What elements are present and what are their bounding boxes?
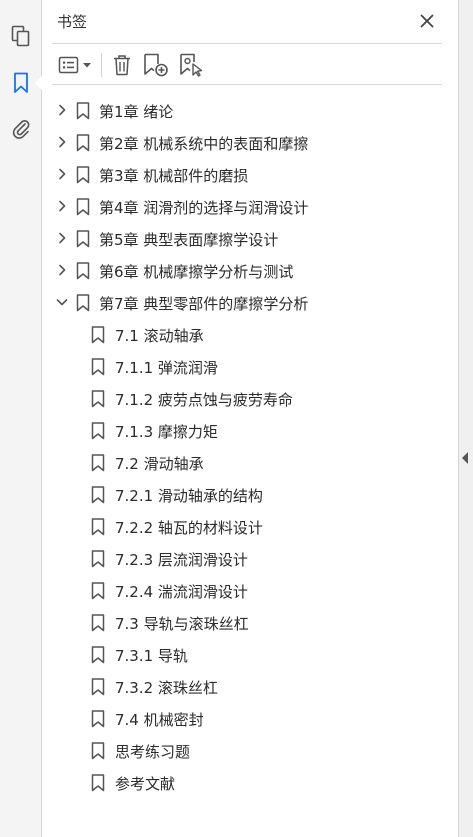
chevron-down-icon[interactable] [54, 294, 70, 310]
attachment-icon[interactable] [7, 115, 35, 143]
bookmark-label: 第1章 绪论 [99, 103, 174, 121]
bookmark-toolbar [52, 49, 432, 81]
bookmark-icon [91, 454, 105, 472]
bookmark-icon [91, 486, 105, 504]
bookmark-item[interactable]: 第7章 典型零部件的摩擦学分析 [42, 286, 442, 318]
bookmark-label: 7.4 机械密封 [115, 711, 204, 729]
bookmark-icon [76, 102, 90, 120]
bookmark-icon [91, 710, 105, 728]
bookmark-item[interactable]: 第3章 机械部件的磨损 [42, 158, 442, 190]
chevron-right-icon[interactable] [54, 230, 70, 246]
bookmark-item[interactable]: 第6章 机械摩擦学分析与测试 [42, 254, 442, 286]
chevron-right-icon[interactable] [54, 134, 70, 150]
bookmark-label: 思考练习题 [115, 743, 191, 761]
bookmark-icon [91, 358, 105, 376]
bookmark-label: 7.2.2 轴瓦的材料设计 [115, 519, 263, 537]
bookmark-item[interactable]: 7.3.2 滚珠丝杠 [42, 670, 442, 702]
bookmark-icon [76, 166, 90, 184]
bookmark-item[interactable]: 7.2.4 湍流润滑设计 [42, 574, 442, 606]
close-icon[interactable] [416, 10, 438, 32]
bookmark-item[interactable]: 7.3.1 导轨 [42, 638, 442, 670]
bookmark-item[interactable]: 第2章 机械系统中的表面和摩擦 [42, 126, 442, 158]
bookmark-label: 7.1.2 疲劳点蚀与疲劳寿命 [115, 391, 293, 409]
chevron-right-icon[interactable] [54, 166, 70, 182]
bookmark-icon [76, 230, 90, 248]
bookmark-icon [76, 294, 90, 312]
bookmark-label: 7.2.3 层流润滑设计 [115, 551, 248, 569]
bookmark-label: 7.1.1 弹流润滑 [115, 359, 218, 377]
bookmark-label: 第3章 机械部件的磨损 [99, 167, 249, 185]
panel-title: 书签 [57, 13, 88, 31]
bookmark-label: 第5章 典型表面摩擦学设计 [99, 231, 279, 249]
toolbar-separator [101, 53, 102, 77]
bookmark-icon [91, 774, 105, 792]
bookmark-label: 第2章 机械系统中的表面和摩擦 [99, 135, 309, 153]
bookmark-label: 第6章 机械摩擦学分析与测试 [99, 263, 294, 281]
new-bookmark-from-structure-button[interactable] [178, 51, 206, 79]
bookmark-icon [91, 390, 105, 408]
bookmark-item[interactable]: 7.2.1 滑动轴承的结构 [42, 478, 442, 510]
bookmark-label: 7.1.3 摩擦力矩 [115, 423, 218, 441]
bookmark-item[interactable]: 第5章 典型表面摩擦学设计 [42, 222, 442, 254]
chevron-right-icon[interactable] [54, 102, 70, 118]
new-bookmark-button[interactable] [142, 51, 170, 79]
bookmark-label: 7.2 滑动轴承 [115, 455, 204, 473]
bookmark-label: 第7章 典型零部件的摩擦学分析 [99, 295, 309, 313]
bookmark-item[interactable]: 7.1.3 摩擦力矩 [42, 414, 442, 446]
bookmark-label: 7.3.1 导轨 [115, 647, 188, 665]
panel-collapse-strip[interactable] [458, 0, 473, 837]
chevron-right-icon[interactable] [54, 262, 70, 278]
pages-icon[interactable] [7, 22, 35, 50]
bookmark-item[interactable]: 7.2.3 层流润滑设计 [42, 542, 442, 574]
bookmark-icon [91, 518, 105, 536]
bookmark-label: 7.3.2 滚珠丝杠 [115, 679, 218, 697]
bookmark-item[interactable]: 思考练习题 [42, 734, 442, 766]
bookmark-item[interactable]: 7.2 滑动轴承 [42, 446, 442, 478]
bookmark-item[interactable]: 7.4 机械密封 [42, 702, 442, 734]
bookmark-icon [91, 742, 105, 760]
bookmark-item[interactable]: 第1章 绪论 [42, 94, 442, 126]
bookmark-item[interactable]: 第4章 润滑剂的选择与润滑设计 [42, 190, 442, 222]
bookmark-icon[interactable] [7, 69, 43, 97]
navigation-rail [0, 0, 43, 837]
bookmark-icon [91, 614, 105, 632]
bookmark-item[interactable]: 7.2.2 轴瓦的材料设计 [42, 510, 442, 542]
toolbar-divider [52, 84, 442, 85]
bookmark-label: 7.1 滚动轴承 [115, 327, 204, 345]
bookmark-icon [91, 550, 105, 568]
bookmark-icon [91, 582, 105, 600]
bookmark-label: 7.2.1 滑动轴承的结构 [115, 487, 263, 505]
bookmark-icon [91, 646, 105, 664]
options-menu-button[interactable] [57, 51, 97, 79]
bookmark-icon [76, 262, 90, 280]
collapse-arrow-icon[interactable] [462, 452, 468, 464]
bookmark-item[interactable]: 7.1.1 弹流润滑 [42, 350, 442, 382]
bookmark-icon [91, 422, 105, 440]
bookmark-item[interactable]: 7.1.2 疲劳点蚀与疲劳寿命 [42, 382, 442, 414]
bookmark-item[interactable]: 7.3 导轨与滚珠丝杠 [42, 606, 442, 638]
delete-bookmark-button[interactable] [110, 51, 134, 79]
bookmark-label: 7.3 导轨与滚珠丝杠 [115, 615, 249, 633]
bookmark-tree: 第1章 绪论第2章 机械系统中的表面和摩擦 第3章 机械部件的磨损第4章 润滑剂的… [42, 94, 442, 798]
chevron-right-icon[interactable] [54, 198, 70, 214]
bookmark-label: 参考文献 [115, 775, 176, 793]
bookmark-item[interactable]: 7.1 滚动轴承 [42, 318, 442, 350]
bookmark-icon [91, 326, 105, 344]
header-divider [52, 43, 442, 44]
bookmark-item[interactable]: 参考文献 [42, 766, 442, 798]
bookmark-label: 7.2.4 湍流润滑设计 [115, 583, 248, 601]
bookmark-icon [76, 134, 90, 152]
bookmark-icon [91, 678, 105, 696]
bookmark-icon [76, 198, 90, 216]
bookmark-label: 第4章 润滑剂的选择与润滑设计 [99, 199, 309, 217]
